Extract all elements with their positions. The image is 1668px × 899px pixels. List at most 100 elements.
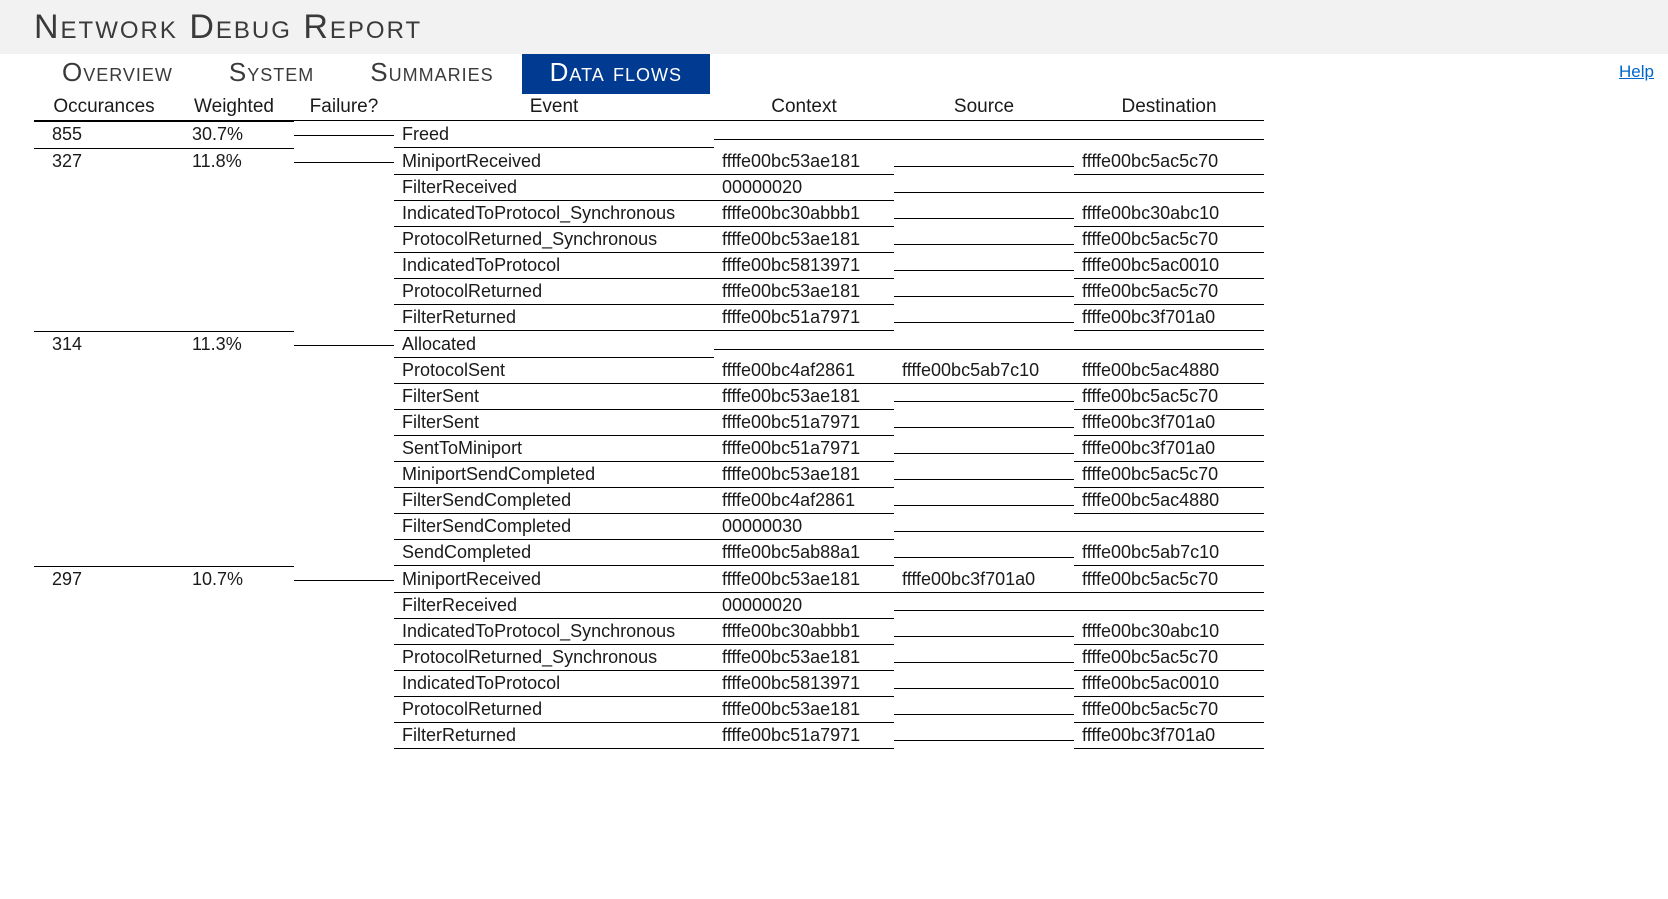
table-cell: ffffe00bc5ac5c70 bbox=[1074, 149, 1264, 175]
table-cell: ffffe00bc3f701a0 bbox=[894, 567, 1074, 593]
table-cell bbox=[34, 372, 174, 376]
table-cell bbox=[34, 267, 174, 271]
tab-summaries[interactable]: Summaries bbox=[342, 54, 521, 94]
table-cell bbox=[34, 528, 174, 532]
table-cell: ffffe00bc5ac4880 bbox=[1074, 488, 1264, 514]
table-cell: FilterReturned bbox=[394, 723, 714, 749]
table-cell: FilterReturned bbox=[394, 305, 714, 331]
table-cell bbox=[174, 450, 294, 454]
column-header: Event bbox=[394, 94, 714, 121]
table-cell bbox=[294, 424, 394, 428]
table-cell: FilterSent bbox=[394, 384, 714, 410]
data-grid: OccurancesWeightedFailure?EventContextSo… bbox=[34, 94, 1284, 749]
tab-overview[interactable]: Overview bbox=[34, 54, 201, 94]
table-cell bbox=[174, 607, 294, 611]
table-cell bbox=[174, 215, 294, 219]
table-cell bbox=[174, 241, 294, 245]
table-cell: FilterReceived bbox=[394, 175, 714, 201]
table-cell bbox=[174, 424, 294, 428]
table-cell: SentToMiniport bbox=[394, 436, 714, 462]
table-cell bbox=[294, 345, 394, 350]
table-row: IndicatedToProtocol_Synchronousffffe00bc… bbox=[34, 201, 1284, 227]
table-cell bbox=[294, 293, 394, 297]
table-cell bbox=[294, 319, 394, 323]
table-cell bbox=[294, 737, 394, 741]
table-cell bbox=[34, 607, 174, 611]
table-cell: ProtocolReturned_Synchronous bbox=[394, 645, 714, 671]
table-cell: ffffe00bc53ae181 bbox=[714, 645, 894, 671]
table-cell bbox=[1074, 606, 1264, 611]
table-cell: 10.7% bbox=[174, 566, 294, 592]
table-cell bbox=[34, 633, 174, 637]
table-cell bbox=[714, 135, 894, 140]
table-cell: ffffe00bc5ac5c70 bbox=[1074, 227, 1264, 253]
table-row: 85530.7%Freed bbox=[34, 121, 1284, 148]
table-cell bbox=[174, 633, 294, 637]
tab-data-flows[interactable]: Data flows bbox=[522, 54, 710, 94]
table-cell: IndicatedToProtocol bbox=[394, 253, 714, 279]
table-cell: ffffe00bc51a7971 bbox=[714, 436, 894, 462]
table-cell bbox=[34, 319, 174, 323]
table-cell bbox=[174, 319, 294, 323]
table-cell: Freed bbox=[394, 122, 714, 148]
table-cell: ffffe00bc5ab88a1 bbox=[714, 540, 894, 566]
table-cell bbox=[174, 685, 294, 689]
table-cell bbox=[34, 398, 174, 402]
table-cell bbox=[894, 240, 1074, 245]
table-row: FilterSentffffe00bc51a7971ffffe00bc3f701… bbox=[34, 410, 1284, 436]
table-cell bbox=[34, 659, 174, 663]
tab-bar: OverviewSystemSummariesData flows bbox=[34, 54, 710, 94]
page-title: Network Debug Report bbox=[34, 0, 1634, 54]
table-cell: ffffe00bc30abc10 bbox=[1074, 201, 1264, 227]
table-cell bbox=[174, 737, 294, 741]
table-cell: 11.8% bbox=[174, 148, 294, 174]
table-cell bbox=[894, 475, 1074, 480]
table-cell bbox=[174, 189, 294, 193]
tab-system[interactable]: System bbox=[201, 54, 342, 94]
table-cell bbox=[894, 292, 1074, 297]
table-cell bbox=[894, 266, 1074, 271]
table-cell bbox=[34, 450, 174, 454]
table-cell bbox=[894, 736, 1074, 741]
table-cell bbox=[34, 476, 174, 480]
table-cell bbox=[714, 345, 894, 350]
table-cell bbox=[174, 659, 294, 663]
table-cell: 327 bbox=[34, 148, 174, 174]
table-cell: ffffe00bc30abc10 bbox=[1074, 619, 1264, 645]
table-cell: IndicatedToProtocol_Synchronous bbox=[394, 619, 714, 645]
table-cell: ffffe00bc5ac4880 bbox=[1074, 358, 1264, 384]
table-cell: ffffe00bc53ae181 bbox=[714, 279, 894, 305]
table-cell: ProtocolReturned_Synchronous bbox=[394, 227, 714, 253]
table-cell: ffffe00bc51a7971 bbox=[714, 305, 894, 331]
table-cell: ffffe00bc3f701a0 bbox=[1074, 436, 1264, 462]
table-row: MiniportSendCompletedffffe00bc53ae181 fff… bbox=[34, 462, 1284, 488]
table-cell bbox=[174, 267, 294, 271]
table-cell bbox=[1074, 527, 1264, 532]
table-cell bbox=[894, 318, 1074, 323]
table-cell bbox=[174, 554, 294, 558]
table-cell: ffffe00bc53ae181 bbox=[714, 462, 894, 488]
table-row: FilterSendCompletedffffe00bc4af2861ffffe… bbox=[34, 488, 1284, 514]
column-header: Source bbox=[894, 94, 1074, 121]
table-cell: ffffe00bc5ac5c70 bbox=[1074, 645, 1264, 671]
table-cell: 11.3% bbox=[174, 331, 294, 357]
table-row: FilterReceived00000020 bbox=[34, 175, 1284, 201]
table-cell bbox=[34, 711, 174, 715]
table-row: ProtocolReturnedffffe00bc53ae181ffffe00b… bbox=[34, 697, 1284, 723]
table-cell bbox=[34, 241, 174, 245]
table-cell: MiniportSendCompleted bbox=[394, 462, 714, 488]
table-cell bbox=[294, 398, 394, 402]
table-cell: ffffe00bc30abbb1 bbox=[714, 201, 894, 227]
table-cell: ffffe00bc5ac5c70 bbox=[1074, 462, 1264, 488]
help-link[interactable]: Help bbox=[1619, 62, 1654, 82]
table-cell: FilterSendCompleted bbox=[394, 514, 714, 540]
table-cell bbox=[894, 188, 1074, 193]
table-cell bbox=[294, 372, 394, 376]
table-cell: ffffe00bc53ae181 bbox=[714, 227, 894, 253]
table-cell: ffffe00bc51a7971 bbox=[714, 723, 894, 749]
table-cell: ffffe00bc53ae181 bbox=[714, 697, 894, 723]
table-cell bbox=[894, 527, 1074, 532]
table-cell bbox=[294, 502, 394, 506]
table-cell bbox=[294, 633, 394, 637]
table-cell: SendCompleted bbox=[394, 540, 714, 566]
